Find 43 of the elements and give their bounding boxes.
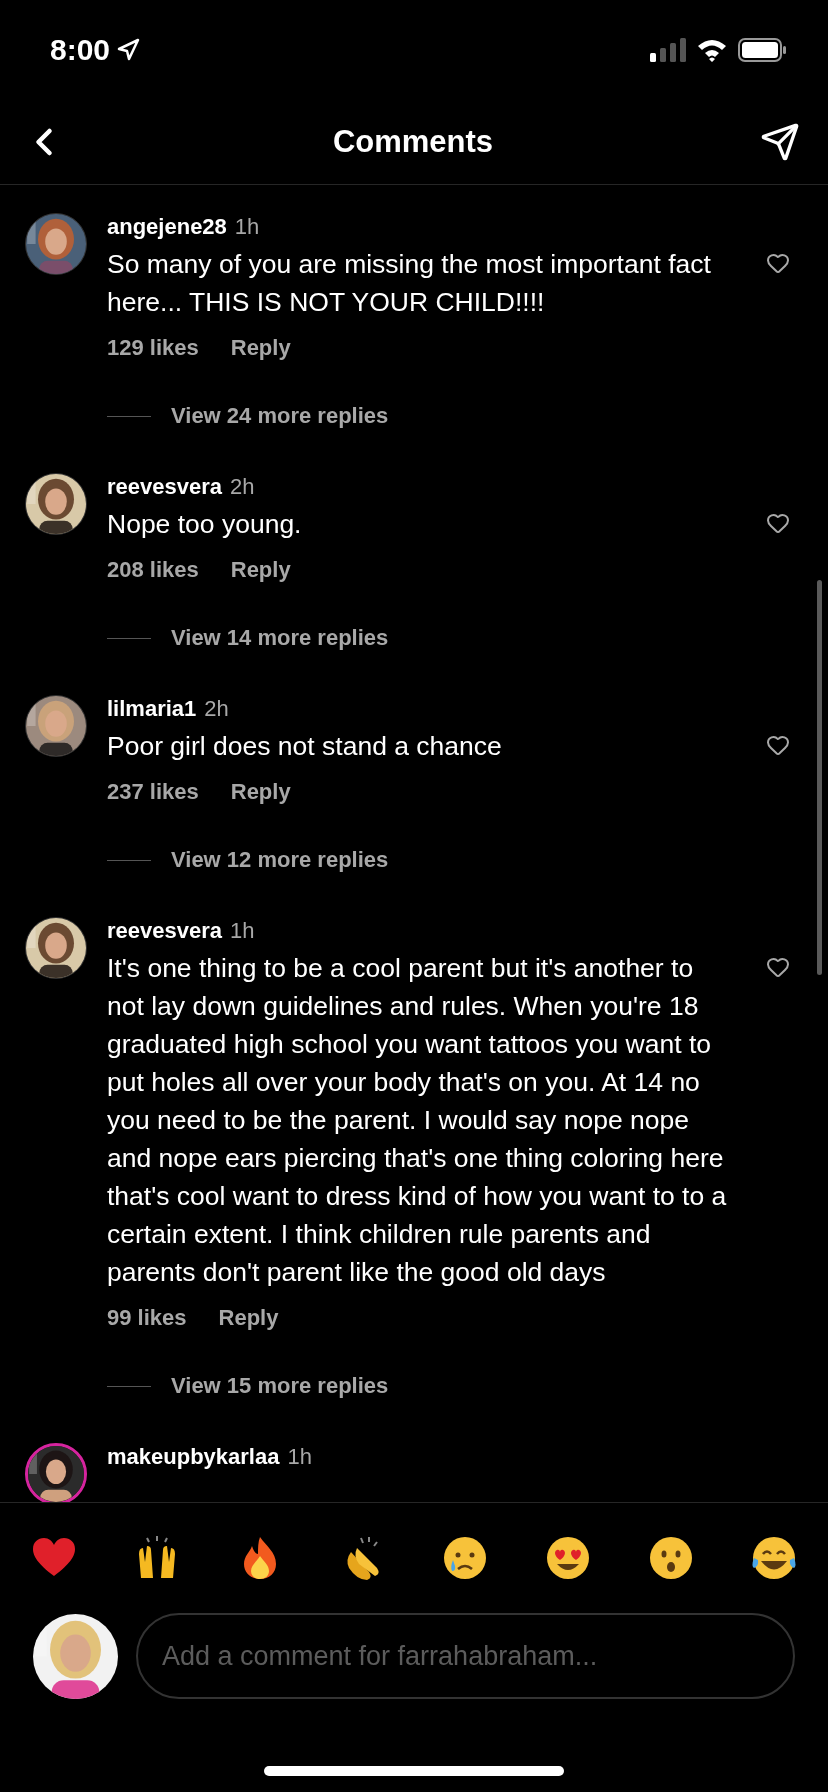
like-heart-icon[interactable]: [766, 955, 790, 979]
emoji-button[interactable]: [749, 1534, 798, 1582]
comment-time: 1h: [230, 917, 255, 945]
comment-text: So many of you are missing the most important fact here... THIS IS NOT YOUR CHILD!!!!: [107, 248, 712, 319]
view-replies-link[interactable]: View 15 more replies: [171, 1373, 389, 1399]
comment-input-field[interactable]: Add a comment for farrahabraham...: [136, 1613, 795, 1699]
comment-text: It's one thing to be a cool parent but it's another to not lay down guidelines and rules. When you're 18 graduated high school you want tattoos you want to put holes all over your body that's on you. At 14 no you need to be the parent. I would say nope nope and nope ears piercing that's one thing coloring here that's cool want to dress kind of how you want to to a certain extent. I think children rule parents and parents don't parent like the good old days: [107, 952, 728, 1289]
like-heart-icon[interactable]: [766, 511, 790, 535]
battery-icon: [738, 38, 788, 62]
reply-link[interactable]: Reply: [230, 555, 291, 585]
page-title: Comments: [332, 124, 494, 160]
comment-time: 1h: [287, 1443, 312, 1471]
paper-plane-icon: [760, 122, 800, 162]
reply-link[interactable]: Reply: [230, 777, 291, 807]
avatar[interactable]: [25, 1443, 87, 1502]
tears-of-joy-face-icon: [749, 1534, 798, 1582]
like-heart-icon[interactable]: [766, 733, 790, 757]
like-count[interactable]: 129 likes: [107, 333, 199, 363]
wifi-icon: [696, 38, 728, 62]
username[interactable]: angejene28: [107, 213, 227, 241]
comment-time: 1h: [234, 213, 260, 241]
view-replies-link[interactable]: View 24 more replies: [171, 403, 389, 429]
like-heart-icon[interactable]: [766, 251, 790, 275]
view-replies-link[interactable]: View 14 more replies: [171, 625, 389, 651]
comment-text: Nope too young.: [107, 508, 303, 541]
like-count[interactable]: 99 likes: [107, 1303, 187, 1333]
scrollbar[interactable]: [817, 580, 822, 975]
view-replies-link[interactable]: View 12 more replies: [171, 847, 389, 873]
like-count[interactable]: 208 likes: [107, 555, 199, 585]
reply-link[interactable]: Reply: [230, 333, 291, 363]
location-arrow-icon: [116, 38, 141, 62]
clock-time: 8:00: [50, 33, 111, 67]
signal-icon: [650, 38, 686, 62]
send-button[interactable]: [760, 122, 800, 162]
username[interactable]: reevesvera: [107, 917, 222, 945]
comment-text: Poor girl does not stand a chance: [107, 730, 503, 763]
username[interactable]: makeupbykarlaa: [107, 1443, 280, 1471]
username[interactable]: lilmaria1: [107, 695, 197, 723]
like-count[interactable]: 237 likes: [107, 777, 199, 807]
comment-time: 2h: [230, 473, 255, 501]
reply-link[interactable]: Reply: [218, 1303, 279, 1333]
username[interactable]: reevesvera: [107, 473, 222, 501]
comment-time: 2h: [204, 695, 229, 723]
